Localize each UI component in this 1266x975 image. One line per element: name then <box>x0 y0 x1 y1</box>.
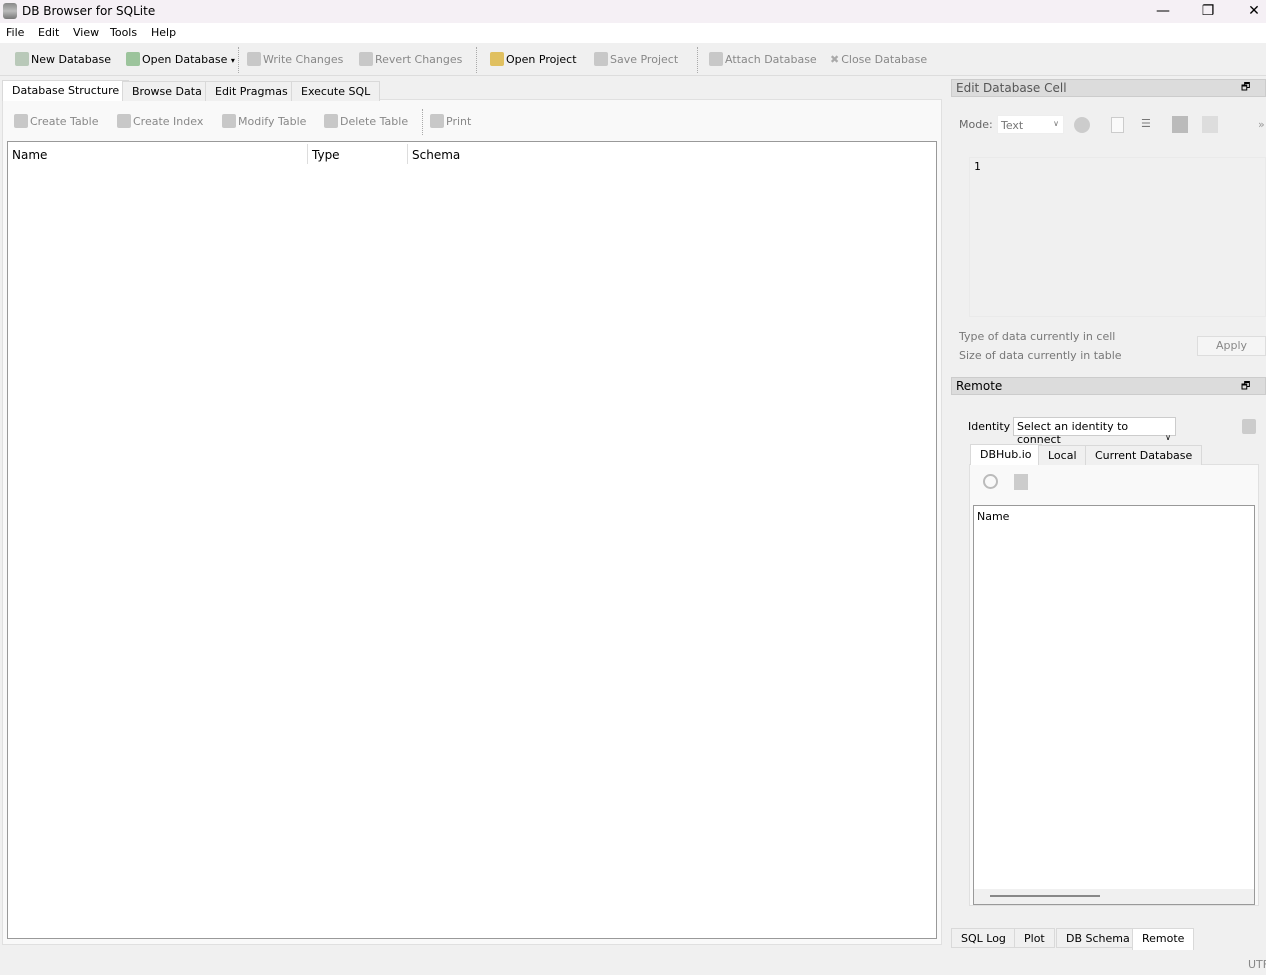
separator <box>697 47 698 73</box>
column-header-type[interactable]: Type <box>312 148 340 162</box>
cell-editor[interactable]: 1 <box>969 157 1266 317</box>
float-dock-icon[interactable]: 🗗 <box>1241 80 1250 97</box>
separator <box>238 47 239 73</box>
tab-dbhub[interactable]: DBHub.io <box>970 444 1042 465</box>
refresh-icon[interactable] <box>983 474 998 489</box>
menu-view[interactable]: View <box>73 26 99 39</box>
new-database-icon <box>15 52 29 66</box>
open-database-icon <box>126 52 140 66</box>
separator <box>422 109 423 135</box>
mode-select[interactable]: Text ∨ <box>997 115 1064 134</box>
modify-table-button[interactable]: Modify Table <box>222 114 306 130</box>
attach-database-button[interactable]: Attach Database <box>709 52 817 68</box>
encoding-status: UTF <box>1248 958 1266 971</box>
tab-browse-data[interactable]: Browse Data <box>122 81 212 101</box>
chevron-down-icon: ∨ <box>1165 433 1171 442</box>
apply-button[interactable]: Apply <box>1197 336 1266 356</box>
identity-select[interactable]: Select an identity to connect ∨ <box>1013 417 1176 446</box>
more-button[interactable]: » <box>1258 118 1265 131</box>
type-info: Type of data currently in cell <box>959 330 1116 343</box>
float-dock-icon[interactable]: 🗗 <box>1241 379 1250 396</box>
separator <box>476 47 477 73</box>
column-divider <box>407 144 408 164</box>
import-icon[interactable] <box>1172 116 1188 133</box>
open-database-button[interactable]: Open Database ▾ <box>126 52 235 68</box>
mode-label: Mode: <box>959 118 993 131</box>
identity-label: Identity <box>968 420 1011 433</box>
remote-dock-header: Remote <box>951 377 1266 395</box>
clone-database-icon[interactable] <box>1014 474 1028 490</box>
revert-changes-icon <box>359 52 373 66</box>
delete-table-icon <box>324 114 338 128</box>
menu-tools[interactable]: Tools <box>110 26 137 39</box>
create-table-icon <box>14 114 28 128</box>
close-database-icon: ✖ <box>830 53 840 66</box>
tab-execute-sql[interactable]: Execute SQL <box>291 81 381 101</box>
write-changes-button[interactable]: Write Changes <box>247 52 343 68</box>
tab-database-structure[interactable]: Database Structure <box>2 80 130 101</box>
close-database-button[interactable]: ✖ Close Database <box>830 52 927 68</box>
tab-current-database[interactable]: Current Database <box>1085 445 1203 465</box>
gear-icon[interactable] <box>1074 117 1090 133</box>
menu-bar <box>0 23 1266 43</box>
tab-db-schema[interactable]: DB Schema <box>1056 928 1140 948</box>
connect-icon[interactable] <box>1242 419 1256 434</box>
print-button[interactable]: Print <box>430 114 471 130</box>
delete-table-button[interactable]: Delete Table <box>324 114 408 130</box>
open-project-icon <box>490 52 504 66</box>
modify-table-icon <box>222 114 236 128</box>
tab-remote[interactable]: Remote <box>1132 928 1194 950</box>
save-project-icon <box>594 52 608 66</box>
menu-help[interactable]: Help <box>151 26 176 39</box>
column-header-schema[interactable]: Schema <box>412 148 460 162</box>
save-project-button[interactable]: Save Project <box>594 52 678 68</box>
tab-plot[interactable]: Plot <box>1014 928 1055 948</box>
schema-tree[interactable] <box>7 141 937 939</box>
title-bar <box>0 0 1266 23</box>
app-icon <box>3 3 17 19</box>
open-project-button[interactable]: Open Project <box>490 52 577 68</box>
document-icon[interactable] <box>1111 117 1124 133</box>
chevron-down-icon: ∨ <box>1053 119 1059 128</box>
minimize-button[interactable]: — <box>1140 0 1186 23</box>
create-index-button[interactable]: Create Index <box>117 114 203 130</box>
column-header-name[interactable]: Name <box>12 148 47 162</box>
attach-database-icon <box>709 52 723 66</box>
create-index-icon <box>117 114 131 128</box>
menu-file[interactable]: File <box>6 26 24 39</box>
create-table-button[interactable]: Create Table <box>14 114 99 130</box>
menu-edit[interactable]: Edit <box>38 26 59 39</box>
close-button[interactable]: ✕ <box>1231 0 1266 23</box>
maximize-button[interactable]: ❐ <box>1185 0 1231 23</box>
tab-sql-log[interactable]: SQL Log <box>951 928 1016 948</box>
window-title: DB Browser for SQLite <box>22 4 156 18</box>
indent-icon[interactable]: ☰ <box>1141 117 1151 130</box>
revert-changes-button[interactable]: Revert Changes <box>359 52 462 68</box>
edit-cell-dock-header: Edit Database Cell <box>951 79 1266 97</box>
remote-tree[interactable] <box>973 505 1255 905</box>
column-divider <box>307 144 308 164</box>
column-header-name[interactable]: Name <box>977 510 1009 523</box>
new-database-button[interactable]: New Database <box>15 52 111 68</box>
tab-local[interactable]: Local <box>1038 445 1087 465</box>
export-icon[interactable] <box>1202 116 1218 133</box>
scrollbar-thumb[interactable] <box>990 895 1100 897</box>
tab-edit-pragmas[interactable]: Edit Pragmas <box>205 81 298 101</box>
print-icon <box>430 114 444 128</box>
size-info: Size of data currently in table <box>959 349 1122 362</box>
write-changes-icon <box>247 52 261 66</box>
dropdown-arrow-icon[interactable]: ▾ <box>231 56 235 65</box>
